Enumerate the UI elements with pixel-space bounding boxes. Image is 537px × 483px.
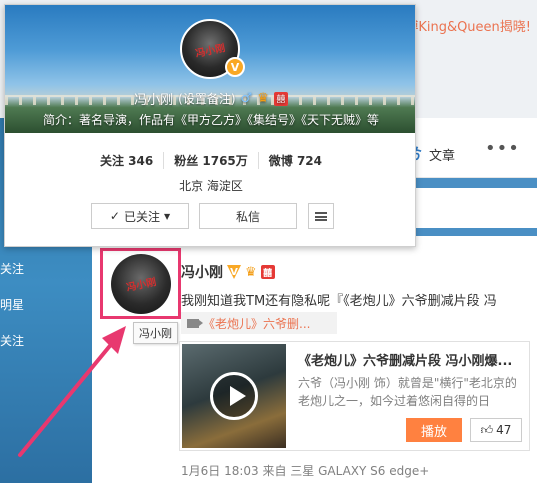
follow-label: 已关注 [123,209,160,224]
profile-name[interactable]: 冯小刚 [134,89,173,108]
video-link-label: 《老炮儿》六爷删... [203,316,311,331]
video-camera-icon [187,318,203,328]
video-title[interactable]: 《老炮儿》六爷删减片段 冯小刚爆... [298,350,523,369]
verified-icon: V [225,57,245,77]
crown-icon: ♛ [257,91,269,106]
stat-weibo[interactable]: 微博 724 [257,152,332,169]
stat-followers[interactable]: 粉丝 1765万 [163,152,258,169]
profile-bio: 简介：著名导演，作品有《甲方乙方》《集结号》《天下无贼》等 [42,113,379,127]
article-label: 文章 [429,148,456,164]
play-icon[interactable] [210,372,258,420]
more-button[interactable]: ••• [485,138,520,159]
stat-following[interactable]: 关注 346 [90,152,163,169]
avatar-text: 冯小刚 [125,276,157,294]
post-author-name[interactable]: 冯小刚 [181,262,223,282]
message-button[interactable]: 私信 [199,203,297,229]
more-menu-button[interactable] [308,203,334,229]
like-button[interactable]: 👍︎ 47 [470,418,522,442]
play-button[interactable]: 播放 [406,418,462,442]
avatar-tooltip: 冯小刚 [133,322,178,344]
like-count: 47 [496,423,512,437]
post-meta: 1月6日 18:03 来自 三星 GALAXY S6 edge+ [181,464,430,478]
profile-stats: 关注 346 粉丝 1765万 微博 724 [5,152,415,169]
profile-hover-card: 冯小刚 V 冯小刚 (设置备注) ♂ ♛ 囍 简介：著名导演，作品有《甲方乙方》… [4,4,416,247]
video-card[interactable]: 《老炮儿》六爷删减片段 冯小刚爆... 六爷（冯小刚 饰）就曾是"横行"老北京的… [179,341,530,451]
male-icon: ♂ [240,91,253,106]
post-avatar-highlighted[interactable]: 冯小刚 [100,248,181,319]
sidebar-item-stars[interactable]: 明星 [0,296,24,313]
avatar-text: 冯小刚 [194,42,227,60]
sidebar-item-follow[interactable]: 关注 [0,260,24,277]
profile-name-row: 冯小刚 (设置备注) ♂ ♛ 囍 [5,89,415,108]
sidebar-item-follow-2[interactable]: 关注 [0,332,24,349]
caret-down-icon: ▼ [163,211,171,221]
checkmark-icon: ✓ [109,209,120,223]
thumbs-up-icon: 👍︎ [480,422,494,437]
profile-location: 北京 海淀区 [179,179,243,193]
post-text: 我刚知道我TM还有隐私呢『《老炮儿》六爷删减片段 冯 [181,294,497,309]
red-envelope-icon: 囍 [273,91,288,106]
followed-dropdown-button[interactable]: ✓ 已关注 ▼ [91,203,189,229]
avatar: 冯小刚 [110,253,171,314]
verified-icon: V [227,265,241,279]
menu-icon [315,211,327,221]
red-envelope-icon: 囍 [260,265,275,279]
crown-icon: ♛ [245,264,257,280]
set-remark-link[interactable]: (设置备注) [178,90,235,107]
post-author-row: 冯小刚 V ♛ 囍 [181,262,275,282]
video-link[interactable]: 《老炮儿》六爷删... [181,312,337,334]
video-thumbnail[interactable] [182,344,286,448]
video-description: 六爷（冯小刚 饰）就曾是"横行"老北京的老炮儿之一，如今过着悠闲自得的日 [298,376,517,408]
